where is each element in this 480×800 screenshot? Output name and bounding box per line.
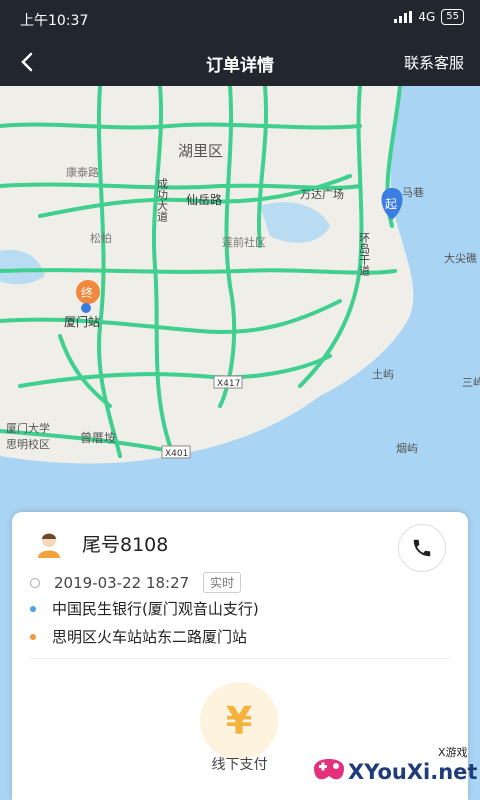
map-label-chenggong: 成功大道 <box>156 178 169 222</box>
map-label-huandao: 环岛干道 <box>358 232 371 276</box>
offline-pay-label: 线下支付 <box>211 757 268 773</box>
call-driver-button[interactable] <box>398 524 446 572</box>
map-label-huli: 湖里区 <box>178 142 223 160</box>
driver-avatar-icon <box>38 533 60 558</box>
map-label-siming: 思明校区 <box>6 437 50 451</box>
map-label-mawei: 马巷 <box>402 186 424 199</box>
order-time-row: 2019-03-22 18:27 实时 <box>30 572 242 593</box>
order-datetime: 2019-03-22 18:27 <box>54 573 190 592</box>
battery-icon: 55 <box>441 9 464 25</box>
watermark: XYouXi.net X游戏 <box>308 742 480 800</box>
origin-dot-icon <box>30 605 36 612</box>
map-label-daju: 大尖礁 <box>444 251 477 265</box>
destination-dot-icon <box>30 633 36 640</box>
end-marker-label: 终 <box>81 285 93 300</box>
network-type: 4G <box>418 10 436 24</box>
map-label-yanyu: 烟屿 <box>396 441 418 455</box>
map-label-x401: X401 <box>165 449 188 459</box>
map-label-sanyu: 三屿 <box>462 376 480 389</box>
status-time: 上午10:37 <box>20 13 89 29</box>
phone-icon <box>413 539 431 557</box>
status-bar: 上午10:37 4G 55 <box>0 0 480 38</box>
map-label-wanda: 万达广场 <box>300 187 344 201</box>
origin-row: 中国民生银行(厦门观音山支行) <box>30 598 259 619</box>
map-label-kangtai: 康泰路 <box>66 165 99 179</box>
destination-address: 思明区火车站站东二路厦门站 <box>52 628 248 646</box>
map-label-zengcuoan: 曾厝垵 <box>80 430 116 445</box>
map-label-xianyue: 仙岳路 <box>186 192 222 207</box>
clock-icon <box>30 577 40 588</box>
map-label-x417: X417 <box>217 379 240 389</box>
order-type-badge: 实时 <box>203 572 242 593</box>
yuan-icon: ¥ <box>225 699 253 743</box>
signal-icon <box>394 11 413 23</box>
station-pin-icon <box>81 303 91 313</box>
driver-tail-number: 尾号8108 <box>82 534 169 556</box>
gamepad-logo-icon <box>314 759 344 780</box>
divider <box>30 658 450 659</box>
contact-service-button[interactable]: 联系客服 <box>404 52 464 73</box>
destination-row: 思明区火车站站东二路厦门站 <box>30 626 247 647</box>
origin-address: 中国民生银行(厦门观音山支行) <box>52 600 259 618</box>
status-icons: 4G 55 <box>394 9 464 25</box>
map-label-tuyu: 土屿 <box>372 368 394 381</box>
map-label-xmu: 厦门大学 <box>6 421 50 435</box>
offline-pay-button[interactable]: ¥ <box>200 682 278 760</box>
header: 订单详情 联系客服 <box>0 38 480 86</box>
watermark-site: XYouXi.net <box>348 760 478 784</box>
map-label-xiamen-station: 厦门站 <box>64 314 100 329</box>
start-marker-label: 起 <box>385 197 397 211</box>
map-label-lianjin: 莲前社区 <box>222 235 266 249</box>
watermark-small: X游戏 <box>438 746 468 759</box>
map-label-songbai: 松柏 <box>90 231 112 245</box>
